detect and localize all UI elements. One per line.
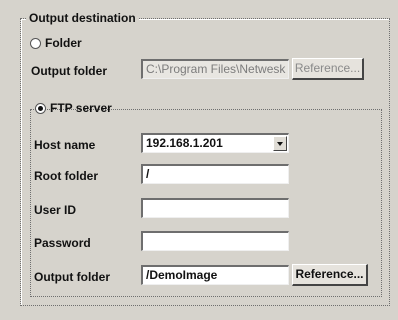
folder-output-folder-field[interactable]: C:\Program Files\Netwesk (141, 59, 289, 79)
output-destination-title: Output destination (26, 11, 139, 25)
ftp-output-folder-input[interactable]: /DemoImage (141, 265, 289, 285)
host-name-combobox[interactable]: 192.168.1.201 (141, 133, 289, 153)
ftp-server-radio-label[interactable]: FTP server (50, 101, 112, 115)
password-input[interactable] (141, 231, 289, 251)
password-label: Password (34, 236, 91, 250)
root-folder-label: Root folder (34, 169, 98, 183)
folder-output-folder-label: Output folder (31, 64, 107, 78)
root-folder-input[interactable]: / (141, 164, 289, 184)
user-id-input[interactable] (141, 198, 289, 218)
host-name-value: 192.168.1.201 (146, 136, 223, 150)
folder-radio-label[interactable]: Folder (45, 36, 82, 50)
ftp-reference-button[interactable]: Reference... (292, 264, 368, 286)
user-id-label: User ID (34, 203, 77, 217)
folder-radio[interactable] (30, 38, 41, 49)
ftp-server-radio[interactable] (35, 103, 46, 114)
chevron-down-icon[interactable] (273, 136, 287, 151)
output-destination-dialog: Output destination Folder Output folder … (0, 0, 398, 320)
host-name-label: Host name (34, 138, 96, 152)
ftp-output-folder-label: Output folder (34, 270, 110, 284)
folder-reference-button[interactable]: Reference... (292, 58, 364, 80)
